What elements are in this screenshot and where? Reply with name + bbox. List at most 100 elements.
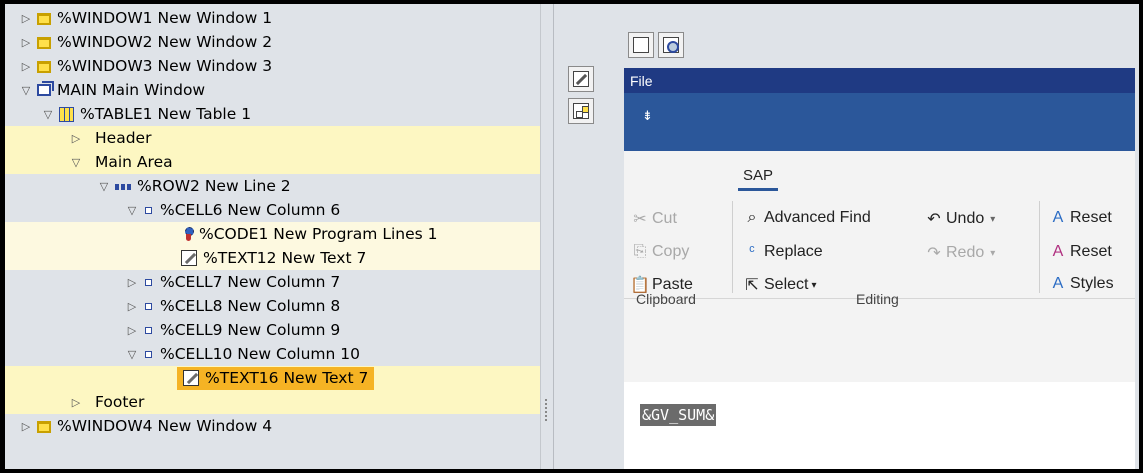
reset-button-2[interactable]: A Reset — [1048, 243, 1112, 261]
cell-icon — [145, 278, 152, 286]
row-icon — [115, 184, 131, 190]
group-divider — [1039, 201, 1040, 293]
window-icon — [37, 13, 51, 25]
tree-node-table1[interactable]: ▽ %TABLE1 New Table 1 — [5, 102, 540, 126]
window-icon — [37, 421, 51, 433]
tree-node-text12[interactable]: %TEXT12 New Text 7 — [5, 246, 540, 270]
tree-node-label: %ROW2 New Line 2 — [137, 177, 291, 195]
expand-icon[interactable]: ▷ — [69, 132, 83, 145]
tree-node-label: %WINDOW4 New Window 4 — [57, 417, 273, 435]
splitter-grip-icon[interactable] — [545, 399, 547, 423]
replace-button[interactable]: ᶜ Replace — [742, 243, 823, 261]
menu-file[interactable]: File — [630, 73, 653, 89]
insert-field-icon — [633, 35, 649, 53]
tree-node-cell10[interactable]: ▽ %CELL10 New Column 10 — [5, 342, 540, 366]
ribbon-tabbar: SAP — [624, 151, 1135, 191]
tree-node-label: Main Area — [95, 153, 173, 171]
cell-icon — [145, 326, 152, 334]
tree-node-label: %WINDOW2 New Window 2 — [57, 33, 273, 51]
expand-icon[interactable]: ▷ — [19, 12, 33, 25]
copy-icon: ⎘ — [633, 243, 647, 260]
cut-label: Cut — [652, 210, 677, 227]
select-button[interactable]: ⇱ Select ▾ — [742, 275, 816, 295]
undo-button[interactable]: ↶ Undo ▾ — [924, 209, 995, 229]
advanced-find-button[interactable]: ⌕ Advanced Find — [742, 209, 871, 227]
tree-node-window3[interactable]: ▷ %WINDOW3 New Window 3 — [5, 54, 540, 78]
clipboard-group-label: Clipboard — [636, 291, 696, 307]
tree-node-main-window[interactable]: ▽ MAIN Main Window — [5, 78, 540, 102]
expand-icon[interactable]: ▷ — [125, 276, 139, 289]
expand-icon[interactable]: ▷ — [69, 396, 83, 409]
collapse-icon[interactable]: ▽ — [125, 348, 139, 361]
selection-highlight[interactable]: %TEXT16 New Text 7 — [177, 366, 375, 390]
advanced-find-label: Advanced Find — [764, 209, 871, 226]
collapse-icon[interactable]: ▽ — [19, 84, 33, 97]
tree-node-label: %TEXT16 New Text 7 — [205, 369, 369, 387]
tree-node-label: %TABLE1 New Table 1 — [80, 105, 252, 123]
editor-toolbar — [624, 4, 1135, 68]
tree-node-window1[interactable]: ▷ %WINDOW1 New Window 1 — [5, 6, 540, 30]
document-body[interactable]: &GV_SUM& — [624, 382, 1135, 469]
editing-group-label: Editing — [856, 291, 899, 307]
tab-sap[interactable]: SAP — [743, 167, 773, 184]
styles-button[interactable]: A Styles — [1048, 275, 1114, 293]
redo-button[interactable]: ↷ Redo ▾ — [924, 243, 995, 263]
field-placeholder[interactable]: &GV_SUM& — [640, 404, 717, 426]
edit-text-button[interactable] — [568, 66, 594, 92]
replace-label: Replace — [764, 243, 823, 260]
undo-dropdown-icon[interactable]: ▾ — [990, 214, 995, 225]
tree-node-cell6[interactable]: ▽ %CELL6 New Column 6 — [5, 198, 540, 222]
expand-icon[interactable]: ▷ — [19, 420, 33, 433]
qat-customize-icon[interactable]: ⇟ — [642, 109, 653, 124]
undo-label: Undo — [946, 210, 985, 227]
insert-field-button[interactable] — [628, 32, 654, 58]
tree-node-cell9[interactable]: ▷ %CELL9 New Column 9 — [5, 318, 540, 342]
styles-label: Styles — [1070, 275, 1114, 292]
expand-icon[interactable]: ▷ — [125, 300, 139, 313]
cell-icon — [145, 206, 152, 214]
panel-splitter[interactable] — [540, 4, 554, 469]
collapse-icon[interactable]: ▽ — [125, 204, 139, 217]
tree-node-label: %CELL6 New Column 6 — [160, 201, 341, 219]
tree-node-label: %CELL7 New Column 7 — [160, 273, 341, 291]
tree-node-label: %CELL10 New Column 10 — [160, 345, 361, 363]
tree-node-footer[interactable]: ▷ Footer — [5, 390, 540, 414]
tree-structure-icon — [573, 103, 589, 119]
table-icon — [59, 106, 74, 122]
tree-node-row2[interactable]: ▽ %ROW2 New Line 2 — [5, 174, 540, 198]
tree-node-cell8[interactable]: ▷ %CELL8 New Column 8 — [5, 294, 540, 318]
redo-dropdown-icon[interactable]: ▾ — [990, 248, 995, 259]
tree-node-window4[interactable]: ▷ %WINDOW4 New Window 4 — [5, 414, 540, 438]
magnifier-icon: ⌕ — [747, 209, 757, 226]
reset-button-1[interactable]: A Reset — [1048, 209, 1112, 227]
cell-icon — [145, 302, 152, 310]
select-dropdown-icon[interactable]: ▾ — [811, 280, 816, 291]
styles-icon: A — [1052, 275, 1064, 292]
menu-bar: File — [624, 68, 1135, 93]
tree-node-label: %CELL9 New Column 9 — [160, 321, 341, 339]
cut-button[interactable]: ✂ Cut — [630, 209, 677, 229]
collapse-icon[interactable]: ▽ — [41, 108, 55, 121]
tree-node-main-area[interactable]: ▽ Main Area — [5, 150, 540, 174]
expand-icon[interactable]: ▷ — [125, 324, 139, 337]
preview-button[interactable] — [658, 32, 684, 58]
window-icon — [37, 37, 51, 49]
tree-node-text16-selected[interactable]: %TEXT16 New Text 7 — [5, 366, 540, 390]
quick-access-toolbar: ⇟ — [624, 93, 1135, 151]
tree-node-header[interactable]: ▷ Header — [5, 126, 540, 150]
tree-node-code1[interactable]: %CODE1 New Program Lines 1 — [5, 222, 540, 246]
expand-icon[interactable]: ▷ — [19, 60, 33, 73]
tree-node-label: %TEXT12 New Text 7 — [203, 249, 367, 267]
tree-structure-button[interactable] — [568, 98, 594, 124]
copy-button[interactable]: ⎘ Copy — [630, 243, 690, 261]
collapse-icon[interactable]: ▽ — [97, 180, 111, 193]
tree-node-window2[interactable]: ▷ %WINDOW2 New Window 2 — [5, 30, 540, 54]
tree-node-label: Footer — [95, 393, 145, 411]
collapse-icon[interactable]: ▽ — [69, 156, 83, 169]
tree-node-label: %WINDOW3 New Window 3 — [57, 57, 273, 75]
group-divider — [732, 201, 733, 293]
main-window-icon — [37, 81, 54, 96]
expand-icon[interactable]: ▷ — [19, 36, 33, 49]
tree-node-cell7[interactable]: ▷ %CELL7 New Column 7 — [5, 270, 540, 294]
form-tree-panel: ▷ %WINDOW1 New Window 1 ▷ %WINDOW2 New W… — [5, 4, 540, 469]
